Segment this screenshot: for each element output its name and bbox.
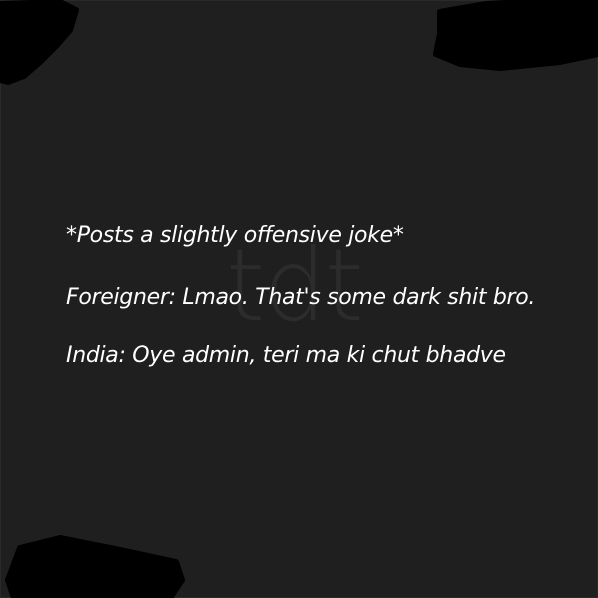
joke-line-foreigner: Foreigner: Lmao. That's some dark shit b… (66, 285, 536, 310)
meme-image: tdt *Posts a slightly offensive joke* Fo… (0, 0, 598, 598)
joke-line-india: India: Oye admin, teri ma ki chut bhadve (66, 343, 506, 368)
joke-line-setup: *Posts a slightly offensive joke* (66, 223, 404, 248)
